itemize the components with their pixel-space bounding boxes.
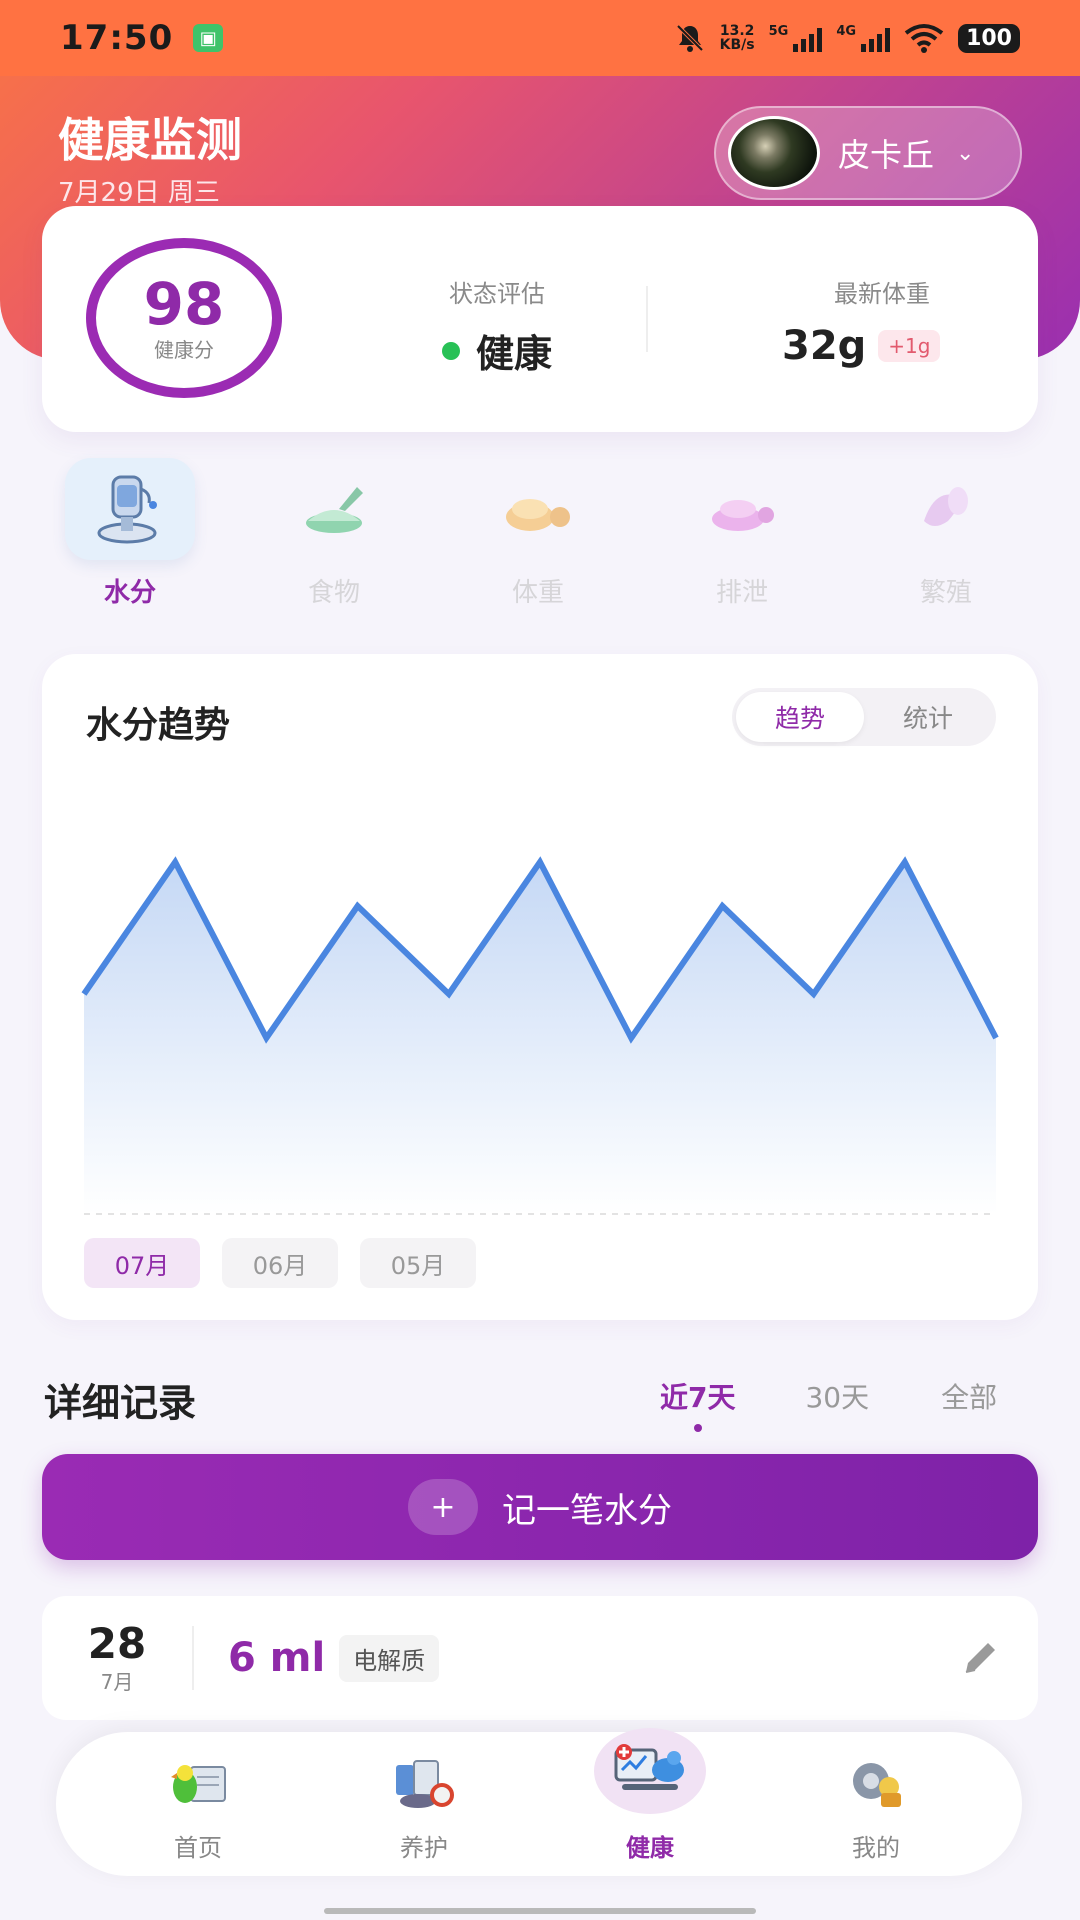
page-date: 7月29日 周三 (58, 178, 220, 208)
weight-delta-badge: +1g (878, 330, 941, 362)
record-tag: 电解质 (339, 1634, 440, 1682)
category-label: 食物 (307, 578, 360, 608)
range-tabs: 近7天 30天 全部 (640, 1376, 997, 1432)
latest-weight: 最新体重 32g +1g (782, 274, 1012, 369)
status-right-group: 13.2 KB/s 5G 4G 100 (674, 22, 1020, 54)
parrot-home-icon (163, 1754, 233, 1814)
healthy-status-dot (441, 341, 460, 360)
health-summary-card: 98 健康分 状态评估 健康 最新体重 32g +1g (42, 206, 1038, 432)
add-water-record-label: 记一笔水分 (502, 1490, 672, 1531)
nav-item-health[interactable]: 健康 (570, 1728, 730, 1863)
water-trend-chart (81, 856, 999, 1215)
category-tabs: 水分 食物 体重 排泄 繁殖 (42, 458, 1038, 608)
record-divider (192, 1626, 194, 1690)
net-speed-unit: KB/s (719, 37, 755, 53)
pet-name: 皮卡丘 (838, 136, 935, 174)
net-speed: 13.2 KB/s (720, 24, 755, 52)
battery-indicator: 100 (958, 23, 1020, 53)
nav-item-home[interactable]: 首页 (118, 1754, 278, 1863)
month-chip-07[interactable]: 07月 (84, 1238, 200, 1288)
signal-4g-label: 4G (836, 24, 857, 39)
latest-weight-label: 最新体重 (834, 280, 930, 308)
category-tab-droppings[interactable]: 排泄 (672, 458, 812, 608)
home-indicator (324, 1908, 756, 1914)
nav-item-care[interactable]: 养护 (344, 1754, 504, 1863)
status-assessment-label: 状态评估 (449, 280, 545, 308)
edit-pencil-icon[interactable] (960, 1638, 1000, 1678)
range-tab-all[interactable]: 全部 (941, 1376, 997, 1416)
category-label: 水分 (103, 578, 156, 608)
food-bowl-icon (269, 458, 399, 560)
category-label: 繁殖 (919, 578, 972, 608)
nav-label: 首页 (174, 1834, 222, 1862)
latest-weight-value-row: 32g +1g (782, 323, 1012, 369)
month-filter: 07月 06月 05月 (84, 1238, 476, 1288)
pet-avatar (728, 116, 820, 190)
month-chip-06[interactable]: 06月 (222, 1238, 338, 1288)
category-tab-breeding[interactable]: 繁殖 (876, 458, 1016, 608)
droppings-icon (677, 458, 807, 560)
add-water-record-button[interactable]: + 记一笔水分 (42, 1454, 1038, 1560)
signal-5g-icon: 5G (769, 24, 823, 52)
care-supplies-icon (389, 1754, 459, 1814)
chevron-down-icon: ⌄ (956, 140, 975, 166)
range-tab-7d[interactable]: 近7天 (660, 1376, 735, 1432)
plus-icon: + (408, 1479, 478, 1535)
category-tab-food[interactable]: 食物 (264, 458, 404, 608)
water-dispenser-icon (65, 458, 195, 560)
page-title: 健康监测 (58, 113, 242, 167)
nav-label: 我的 (852, 1834, 900, 1862)
nav-label: 健康 (626, 1834, 674, 1862)
signal-5g-label: 5G (768, 24, 789, 39)
chart-area-fill (84, 862, 996, 1214)
record-value: 6 ml (228, 1635, 326, 1681)
record-date: 28 7月 (42, 1618, 192, 1695)
record-row[interactable]: 28 7月 6 ml 电解质 (42, 1596, 1038, 1720)
health-score-value: 98 (143, 269, 225, 338)
egg-icon (881, 458, 1011, 560)
nav-item-profile[interactable]: 我的 (796, 1754, 956, 1863)
category-label: 体重 (511, 578, 564, 608)
settings-profile-icon (841, 1754, 911, 1814)
status-bar: 17:50 ▣ 13.2 KB/s 5G 4G 100 (0, 0, 1080, 76)
signal-4g-icon: 4G (836, 24, 891, 52)
category-label: 排泄 (715, 578, 768, 608)
health-monitor-icon (594, 1728, 706, 1814)
water-trend-card: 水分趋势 趋势 统计 07月 06月 05月 (42, 654, 1038, 1320)
nav-label: 养护 (400, 1834, 448, 1862)
status-assessment-value: 健康 (475, 332, 552, 376)
category-tab-weight[interactable]: 体重 (468, 458, 608, 608)
bottom-nav: 首页 养护 健康 我的 (56, 1728, 1022, 1876)
health-score-label: 健康分 (154, 337, 214, 362)
pet-selector[interactable]: 皮卡丘 ⌄ (714, 106, 1022, 200)
mute-bell-icon (676, 24, 704, 52)
net-speed-value: 13.2 (719, 23, 755, 39)
status-time: 17:50 (60, 18, 174, 58)
wifi-icon (904, 24, 944, 53)
records-title: 详细记录 (44, 1381, 197, 1425)
status-assessment: 状态评估 健康 (372, 274, 622, 378)
latest-weight-value: 32g (782, 323, 867, 369)
record-day: 28 (87, 1618, 147, 1668)
health-score-ring: 98 健康分 (86, 238, 282, 398)
status-assessment-value-row: 健康 (372, 323, 622, 378)
month-chip-05[interactable]: 05月 (360, 1238, 476, 1288)
range-tab-30d[interactable]: 30天 (805, 1376, 869, 1416)
summary-divider (646, 286, 648, 352)
app-notification-icon: ▣ (193, 24, 224, 52)
category-tab-water[interactable]: 水分 (60, 458, 200, 608)
weight-icon (473, 458, 603, 560)
record-month: 7月 (100, 1669, 134, 1694)
